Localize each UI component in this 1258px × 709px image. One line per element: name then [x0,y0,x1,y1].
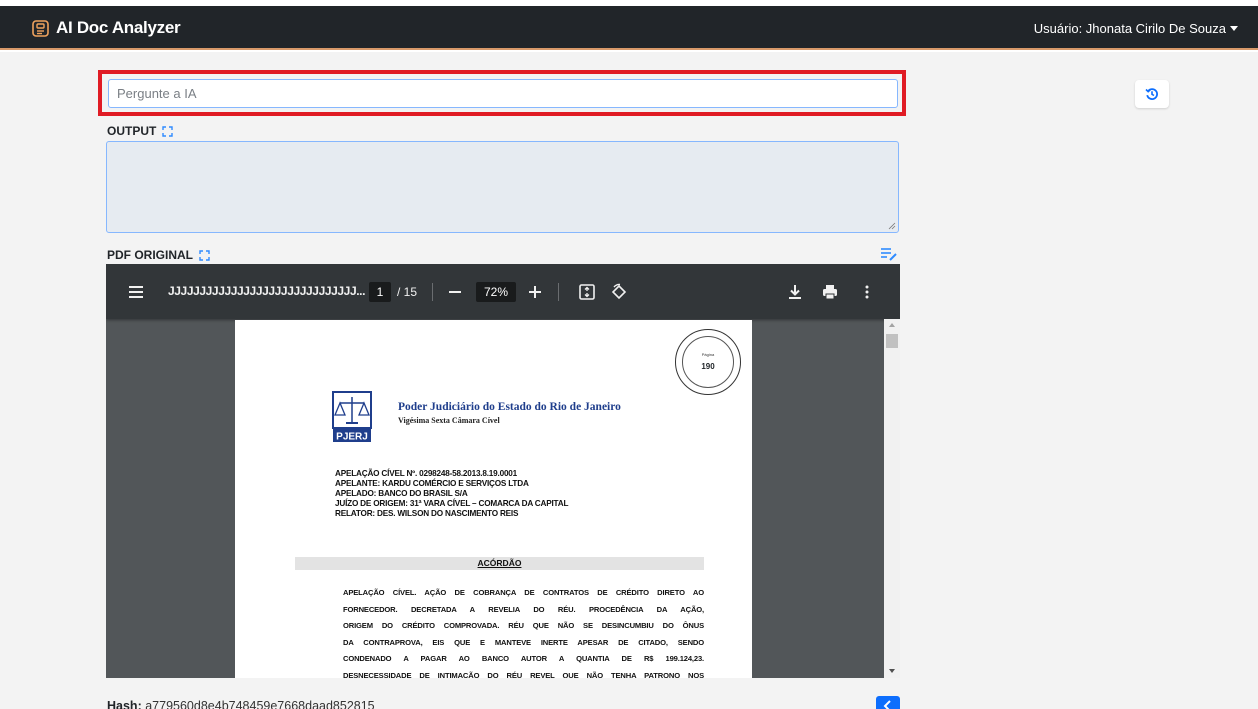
output-label: OUTPUT [107,124,174,138]
download-icon[interactable] [786,283,804,301]
court-logo: PJERJ [332,391,372,443]
notes-edit-icon[interactable] [880,247,898,261]
scroll-down-icon[interactable] [889,669,895,673]
toolbar-divider [432,283,433,301]
zoom-level[interactable]: 72% [476,282,516,302]
body-line: APELAÇÃO CÍVEL. AÇÃO DE COBRANÇA DE CONT… [343,588,704,597]
pdf-page: Página 190 PJERJ Poder Judiciário do Est… [235,320,752,678]
scroll-thumb[interactable] [886,334,898,348]
pdf-toolbar: JJJJJJJJJJJJJJJJJJJJJJJJJJJJJJ... 1 / 15… [106,264,900,319]
menu-icon[interactable] [129,286,143,298]
pdf-label: PDF ORIGINAL [107,248,210,262]
fit-page-icon[interactable] [578,283,596,301]
pdf-label-text: PDF ORIGINAL [107,248,193,262]
stamp-label: Página [701,352,715,357]
pdf-scrollbar[interactable] [884,319,900,678]
acordao-heading: ACÓRDÃO [477,558,522,568]
stamp-number: 190 [701,362,715,371]
output-label-text: OUTPUT [107,124,157,138]
user-menu[interactable]: Usuário: Jhonata Cirilo De Souza [1034,21,1238,36]
case-line: APELANTE: KARDU COMÉRCIO E SERVIÇOS LTDA [335,479,529,488]
send-button[interactable] [876,696,900,709]
send-icon [883,700,891,709]
body-line: DESNECESSIDADE DE INTIMAÇÃO DO RÉU REVEL… [343,670,704,678]
main-area: OUTPUT PDF ORIGINAL JJJJJJJJJJJJJJJJJJJJ… [0,52,1258,709]
body-line: CONDENADO A PAGAR AO BANCO AUTOR A QUANT… [343,654,704,664]
page-stamp: Página 190 [675,329,741,395]
expand-icon[interactable] [162,125,174,137]
more-icon[interactable] [858,283,876,301]
resize-grip-icon[interactable] [888,222,896,230]
toolbar-divider [558,283,559,301]
zoom-out-icon[interactable] [449,291,461,293]
print-icon[interactable] [821,283,839,301]
history-icon [1145,88,1158,100]
scroll-up-icon[interactable] [889,323,895,327]
expand-icon[interactable] [199,249,210,261]
top-navbar: AI Doc Analyzer Usuário: Jhonata Cirilo … [0,6,1258,50]
ask-ai-input[interactable] [108,79,898,108]
zoom-in-icon[interactable] [528,285,542,299]
case-header: APELAÇÃO CÍVEL Nº. 0298248-58.2013.8.19.… [335,469,568,519]
brand[interactable]: AI Doc Analyzer [32,18,181,38]
heading-bar: ACÓRDÃO [295,557,704,570]
app-title: AI Doc Analyzer [56,18,181,37]
hash-value: a779560d8e4b748459e7668daad852815 [145,699,375,709]
court-name: Poder Judiciário do Estado do Rio de Jan… [398,401,621,413]
hash-label: Hash: [107,699,142,709]
body-line: ORIGEM DO CRÉDITO COMPROVADA. RÉU QUE NÃ… [343,621,704,631]
page-number-input[interactable]: 1 [369,282,391,302]
case-line: JUÍZO DE ORIGEM: 31ª VARA CÍVEL – COMARC… [335,499,569,508]
logo-text: PJERJ [336,432,368,443]
case-line: APELAÇÃO CÍVEL Nº. 0298248-58.2013.8.19.… [335,469,518,478]
page-total: / 15 [397,285,418,299]
hash-line: Hash: a779560d8e4b748459e7668daad852815 [107,699,375,709]
case-line: APELADO: BANCO DO BRASIL S/A [335,489,468,498]
summary-text: APELAÇÃO CÍVEL. AÇÃO DE COBRANÇA DE CONT… [343,585,704,678]
case-line: RELATOR: DES. WILSON DO NASCIMENTO REIS [335,509,519,518]
body-line: DA CONTRAPROVA, EIS QUE E MANTEVE INERTE… [343,637,704,647]
court-chamber: Vigésima Sexta Câmara Cível [398,416,500,425]
pdf-doc-title: JJJJJJJJJJJJJJJJJJJJJJJJJJJJJJ... [168,284,366,298]
body-line: FORNECEDOR. DECRETADA A REVELIA DO RÉU. … [343,604,704,614]
history-button[interactable] [1135,80,1169,108]
caret-down-icon [1230,26,1238,31]
app-logo-icon [32,19,49,37]
output-textarea[interactable] [106,141,899,233]
pdf-viewer[interactable]: JJJJJJJJJJJJJJJJJJJJJJJJJJJJJJ... 1 / 15… [106,264,900,678]
ask-highlight [98,70,906,116]
user-label: Usuário: Jhonata Cirilo De Souza [1033,21,1226,36]
rotate-icon[interactable] [610,283,628,301]
